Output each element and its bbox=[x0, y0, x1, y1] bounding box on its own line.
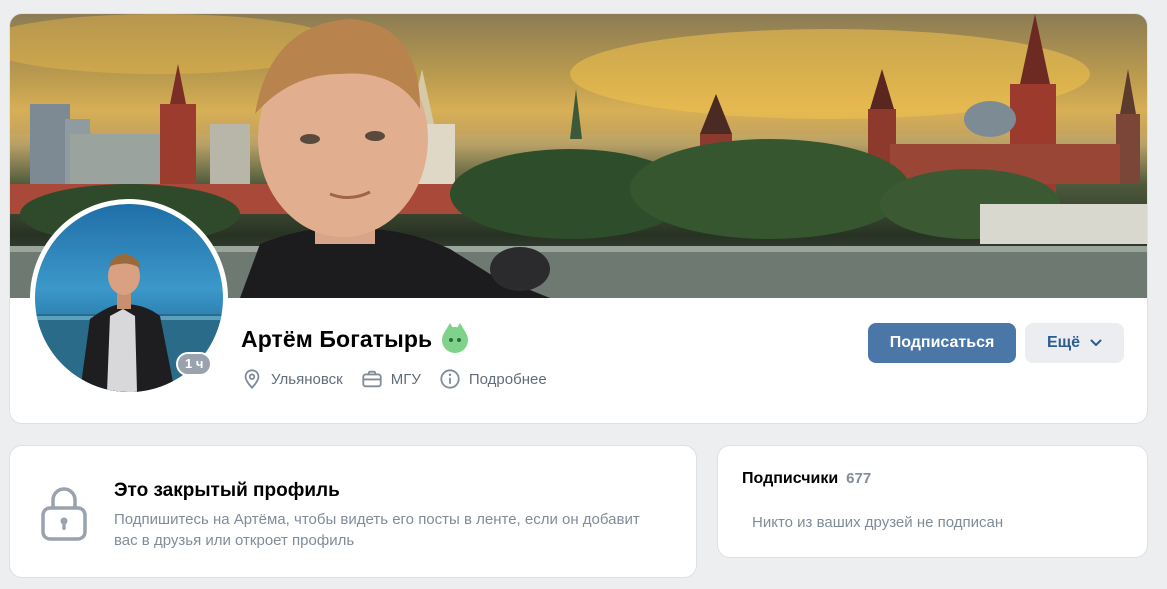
more-button-label: Ещё bbox=[1046, 334, 1081, 351]
followers-header[interactable]: Подписчики 677 bbox=[742, 470, 871, 488]
profile-name: Артём Богатырь bbox=[241, 326, 433, 352]
briefcase-icon bbox=[362, 370, 382, 388]
followers-empty-text: Никто из ваших друзей не подписан bbox=[752, 514, 1004, 531]
lock-icon bbox=[41, 487, 87, 541]
closed-profile-description: Подпишитесь на Артёма, чтобы видеть его … bbox=[114, 511, 640, 549]
info-city[interactable]: Ульяновск bbox=[241, 368, 343, 390]
more-button[interactable]: Ещё bbox=[1025, 323, 1124, 363]
info-more-details-label: Подробнее bbox=[468, 370, 547, 388]
followers-card: Подписчики 677 Никто из ваших друзей не … bbox=[718, 446, 1147, 557]
subscribe-button[interactable]: Подписаться bbox=[868, 323, 1016, 363]
closed-profile-card: Это закрытый профиль Подпишитесь на Артё… bbox=[10, 446, 696, 577]
profile-info-row: Ульяновск МГУ Подробнее bbox=[241, 368, 547, 390]
followers-count: 677 bbox=[846, 470, 872, 487]
info-icon bbox=[440, 369, 460, 389]
name-row: Артём Богатырь bbox=[241, 322, 469, 353]
location-pin-icon bbox=[244, 369, 260, 390]
green-cat-icon[interactable] bbox=[442, 322, 469, 353]
info-university[interactable]: МГУ bbox=[361, 368, 421, 390]
profile-header-card: 1 ч Артём Богатырь Ульяновск МГУ Подробн… bbox=[10, 14, 1147, 423]
chevron-down-icon bbox=[1090, 339, 1102, 346]
closed-profile-title: Это закрытый профиль bbox=[114, 480, 340, 501]
info-university-label: МГУ bbox=[390, 370, 421, 388]
info-more-details[interactable]: Подробнее bbox=[439, 368, 547, 390]
info-city-label: Ульяновск bbox=[271, 370, 343, 388]
online-status-badge: 1 ч bbox=[176, 352, 213, 376]
followers-title: Подписчики bbox=[742, 470, 839, 487]
